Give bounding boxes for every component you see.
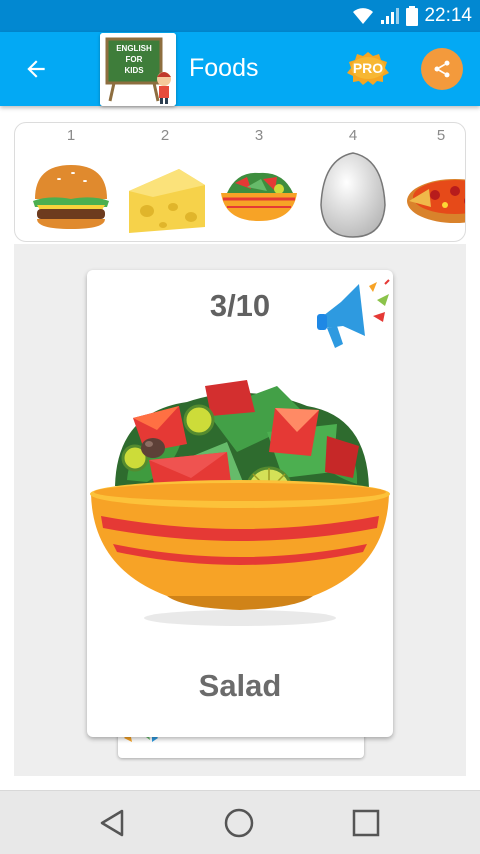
egg-icon [320,152,386,238]
thumbnail-number: 2 [160,127,170,144]
pro-badge-icon: PRO [347,52,389,85]
logo-text-line3: KIDS [124,66,144,75]
signal-icon [381,8,400,24]
status-bar: 22:14 [0,0,480,32]
back-button[interactable] [18,51,54,87]
thumbnail-strip: 1 2 3 4 5 [14,122,466,242]
logo-text-line2: FOR [126,55,143,64]
arrow-left-icon [27,60,45,78]
triangle-back-icon [100,809,124,837]
nav-recents-button[interactable] [344,803,388,843]
salad-bowl-image [90,380,390,626]
chalkboard-logo-image: ENGLISH FOR KIDS [100,33,176,106]
play-sound-button[interactable] [307,278,391,354]
square-recents-icon [352,809,380,837]
app-bar: ENGLISH FOR KIDS Foods PRO [0,32,480,106]
hamburger-icon [33,165,109,229]
logo-text-line1: ENGLISH [116,44,152,53]
share-button[interactable] [421,48,463,90]
salad-icon [221,172,297,221]
thumbnail-item[interactable]: 5 [395,123,465,241]
thumbnail-number: 4 [348,127,358,144]
status-time: 22:14 [424,5,472,26]
system-nav-bar [0,790,480,854]
thumbnail-item[interactable]: 2 [119,123,211,241]
thumbnail-item[interactable]: 1 [25,123,117,241]
app-logo: ENGLISH FOR KIDS [100,33,176,106]
circle-home-icon [224,808,254,838]
share-icon [434,60,450,78]
pizza-icon [407,179,465,223]
cheese-icon [129,169,205,233]
flashcard[interactable]: 3/10 Salad [87,270,393,737]
nav-back-button[interactable] [90,803,134,843]
wifi-icon [353,8,374,24]
thumbnail-number: 3 [254,127,264,144]
pro-button[interactable]: PRO [345,50,391,86]
thumbnail-number: 1 [66,127,76,144]
status-icons: 22:14 [352,0,472,32]
thumbnail-item[interactable]: 3 [213,123,305,241]
thumbnail-item[interactable]: 4 [307,123,399,241]
nav-home-button[interactable] [217,803,261,843]
thumbnail-number: 5 [436,127,446,144]
pro-label: PRO [353,60,383,76]
battery-icon [406,6,419,26]
page-title: Foods [189,54,259,82]
megaphone-icon [317,279,390,348]
card-word: Salad [198,668,282,703]
